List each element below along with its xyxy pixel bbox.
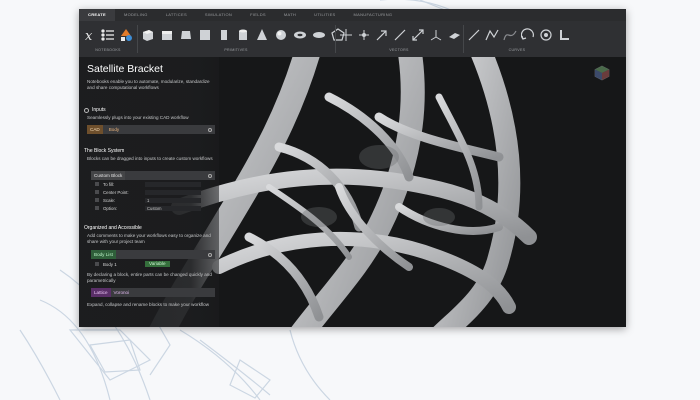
block-status-icon[interactable] xyxy=(208,127,212,132)
block-param-row[interactable]: Option: Custom xyxy=(95,205,215,211)
tab-modeling[interactable]: MODELING xyxy=(115,9,157,21)
param-value[interactable]: Custom xyxy=(145,205,201,211)
block-param-row[interactable]: Center Point: xyxy=(95,189,215,195)
svg-text:x: x xyxy=(85,29,93,42)
arc-icon[interactable] xyxy=(521,28,535,42)
block-name: Body xyxy=(108,127,120,132)
plane-icon[interactable] xyxy=(447,28,461,42)
section-organized-text: Add comments to make your workflows easy… xyxy=(87,233,211,244)
block-status-icon[interactable] xyxy=(208,173,212,178)
notebook-title: Satellite Bracket xyxy=(87,63,163,75)
tab-fields[interactable]: FIELDS xyxy=(241,9,275,21)
param-value[interactable] xyxy=(145,181,201,187)
toolbar-divider xyxy=(463,25,464,53)
toolbar-group-label: VECTORS xyxy=(389,48,409,52)
corner-icon[interactable] xyxy=(557,28,571,42)
app-window: CREATE MODELING LATTICES SIMULATION FIEL… xyxy=(79,9,626,327)
toolbar-divider xyxy=(335,25,336,53)
cad-tag: CAD xyxy=(87,125,103,134)
block-name: Custom Block xyxy=(91,171,126,180)
custom-block[interactable]: Custom Block xyxy=(91,171,215,180)
param-checkbox[interactable] xyxy=(95,198,99,202)
block-name: Body List xyxy=(91,250,116,259)
param-checkbox[interactable] xyxy=(95,182,99,186)
circle-icon[interactable] xyxy=(539,28,553,42)
sphere-icon[interactable] xyxy=(274,28,288,42)
lattice-tag: Lattice xyxy=(91,288,111,297)
body-list-block[interactable]: Body List xyxy=(91,250,215,259)
box-icon[interactable] xyxy=(141,28,155,42)
block-name: Voronoi xyxy=(113,290,130,295)
disc-icon[interactable] xyxy=(312,28,326,42)
toolbar-divider xyxy=(137,25,138,53)
param-value[interactable]: 1 xyxy=(145,197,201,203)
item-checkbox[interactable] xyxy=(95,262,99,266)
param-label: Option: xyxy=(103,205,118,211)
section-title: Inputs xyxy=(92,107,106,113)
block-param-row[interactable]: To fill: xyxy=(95,181,215,187)
section-organized-text-3: Expand, collapse and rename blocks to ma… xyxy=(87,302,210,307)
section-title: The Block System xyxy=(84,148,125,154)
section-block-system-text: Blocks can be dragged into inputs to cre… xyxy=(87,156,213,161)
vector-icon[interactable] xyxy=(411,28,425,42)
toolbar-group-label: CURVES xyxy=(508,48,526,52)
block-status-icon[interactable] xyxy=(208,252,212,257)
torus-icon[interactable] xyxy=(293,28,307,42)
toolbar-group-notebooks: x NOTEBOOKS xyxy=(83,21,133,57)
axis-icon[interactable] xyxy=(357,28,371,42)
section-inputs-header[interactable]: Inputs xyxy=(84,107,106,113)
toolbar-group-curves: CURVES xyxy=(467,21,569,57)
spline-icon[interactable] xyxy=(503,28,517,42)
param-value[interactable] xyxy=(145,189,201,195)
section-block-system-header[interactable]: The Block System xyxy=(84,148,124,154)
axes-icon[interactable] xyxy=(429,28,443,42)
block-param-row[interactable]: Scale: 1 xyxy=(95,197,215,203)
box-icon[interactable] xyxy=(179,28,193,42)
param-checkbox[interactable] xyxy=(95,190,99,194)
section-inputs-text: Seamlessly plugs into your existing CAD … xyxy=(87,115,189,120)
notebook-panel: Satellite Bracket Notebooks enable you t… xyxy=(79,57,219,327)
toolbar-group-label: PRIMITIVES xyxy=(224,48,248,52)
tab-math[interactable]: MATH xyxy=(275,9,305,21)
list-item[interactable]: Body 1 Variable xyxy=(95,261,215,267)
param-label: Scale: xyxy=(103,197,116,203)
point-icon[interactable] xyxy=(339,28,353,42)
vector-arrow-icon[interactable] xyxy=(375,28,389,42)
param-label: Center Point: xyxy=(103,189,129,195)
polyline-icon[interactable] xyxy=(485,28,499,42)
shapes-icon[interactable] xyxy=(119,28,133,42)
toolbar-group-label: NOTEBOOKS xyxy=(95,48,121,52)
toolbar: x NOTEBOOKS PRIMITIVES VECTORS CURVES xyxy=(79,21,626,58)
box-icon[interactable] xyxy=(198,28,212,42)
section-title: Organized and Accessible xyxy=(84,225,142,231)
cad-body-block[interactable]: CAD Body xyxy=(87,125,215,134)
section-organized-header[interactable]: Organized and Accessible xyxy=(84,225,142,231)
tab-create[interactable]: CREATE xyxy=(79,9,115,21)
tab-manufacturing[interactable]: MANUFACTURING xyxy=(345,9,402,21)
line-icon[interactable] xyxy=(467,28,481,42)
variable-x-icon[interactable]: x xyxy=(83,28,97,42)
toolbar-group-vectors: VECTORS xyxy=(339,21,461,57)
vector-line-icon[interactable] xyxy=(393,28,407,42)
item-label: Body 1 xyxy=(103,261,117,267)
notebook-description: Notebooks enable you to automate, modula… xyxy=(87,79,210,90)
tab-utilities[interactable]: UTILITIES xyxy=(305,9,344,21)
box-icon[interactable] xyxy=(217,28,231,42)
tab-simulation[interactable]: SIMULATION xyxy=(196,9,241,21)
section-bullet-icon xyxy=(84,107,89,113)
tab-lattices[interactable]: LATTICES xyxy=(157,9,196,21)
view-cube-icon[interactable] xyxy=(594,65,610,81)
ribbon-tabs: CREATE MODELING LATTICES SIMULATION FIEL… xyxy=(79,9,626,21)
box-icon[interactable] xyxy=(160,28,174,42)
param-checkbox[interactable] xyxy=(95,206,99,210)
section-organized-text-2: By declaring a block, entire parts can b… xyxy=(87,272,212,283)
toolbar-group-primitives: PRIMITIVES xyxy=(141,21,345,57)
variable-tag[interactable]: Variable xyxy=(145,261,170,267)
cone-icon[interactable] xyxy=(255,28,269,42)
list-icon[interactable] xyxy=(101,28,115,42)
param-label: To fill: xyxy=(103,181,115,187)
cylinder-icon[interactable] xyxy=(236,28,250,42)
lattice-block[interactable]: Lattice Voronoi xyxy=(91,288,215,297)
